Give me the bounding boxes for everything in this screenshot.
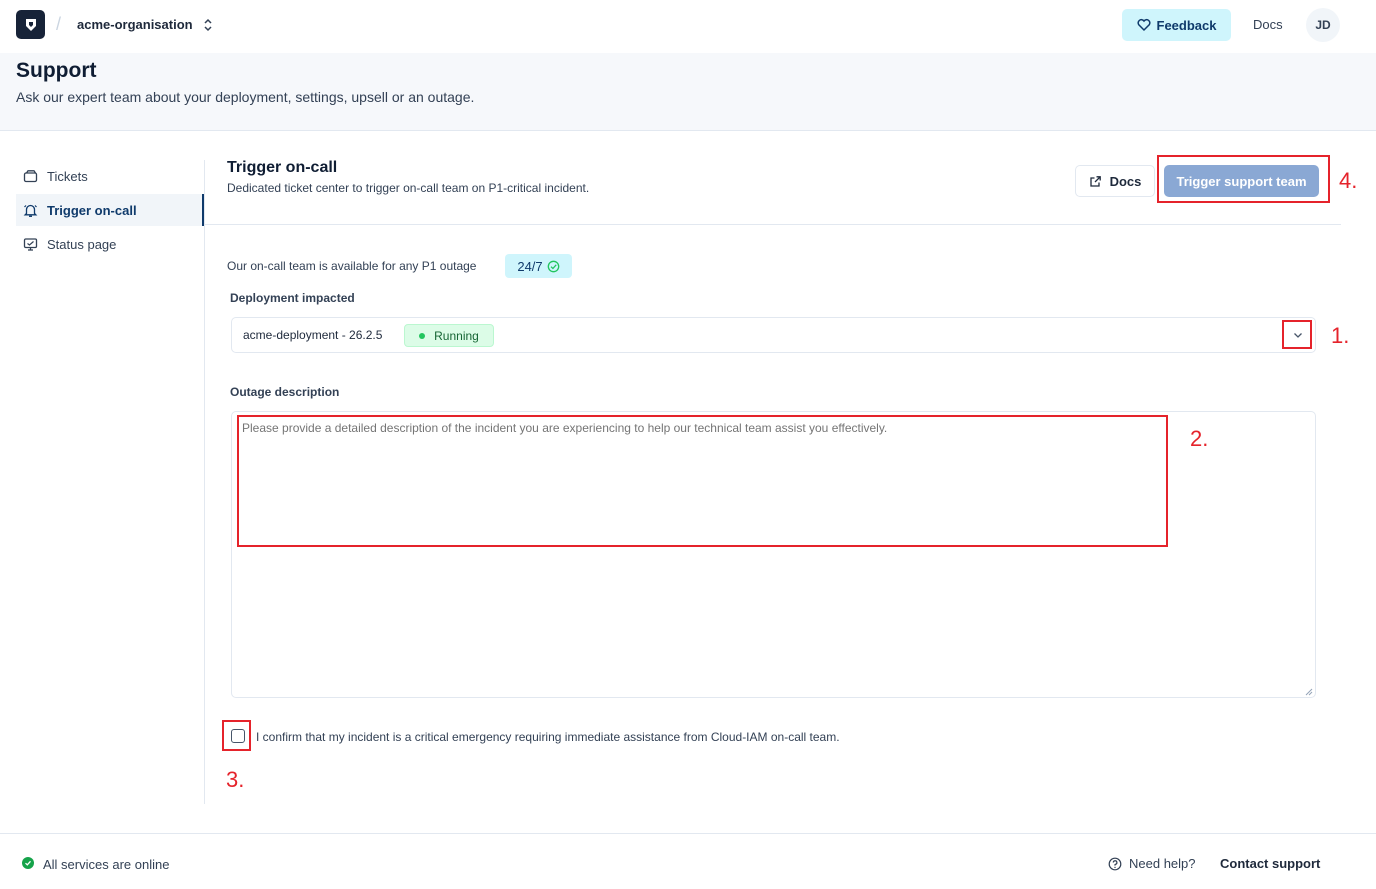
heart-icon bbox=[1136, 18, 1151, 32]
services-status-text: All services are online bbox=[43, 857, 170, 872]
check-icon bbox=[25, 860, 31, 866]
bell-icon bbox=[23, 204, 38, 217]
check-circle-icon bbox=[547, 260, 560, 272]
need-help-link[interactable]: Need help? bbox=[1108, 856, 1196, 871]
section-divider bbox=[205, 224, 1341, 225]
page-header: Support Ask our expert team about your d… bbox=[0, 53, 1376, 131]
confirm-label: I confirm that my incident is a critical… bbox=[256, 730, 840, 744]
ticket-icon bbox=[23, 169, 38, 182]
section-subtitle: Dedicated ticket center to trigger on-ca… bbox=[227, 181, 590, 195]
docs-button-label: Docs bbox=[1109, 173, 1142, 189]
status-badge: Running bbox=[404, 324, 494, 347]
status-label: Running bbox=[434, 328, 479, 343]
question-circle-icon bbox=[1108, 857, 1122, 870]
outage-label: Outage description bbox=[230, 385, 340, 399]
external-link-icon bbox=[1089, 175, 1101, 187]
sidebar: Tickets Trigger on-call Status page bbox=[16, 160, 205, 804]
page-subtitle: Ask our expert team about your deploymen… bbox=[16, 89, 475, 105]
availability-text: Our on-call team is available for any P1… bbox=[227, 259, 477, 273]
annotation-label-2: 2. bbox=[1190, 426, 1209, 451]
monitor-icon bbox=[23, 237, 38, 251]
availability-badge: 24/7 bbox=[505, 254, 572, 278]
sidebar-item-label: Trigger on-call bbox=[47, 202, 137, 218]
sidebar-item-trigger-on-call[interactable]: Trigger on-call bbox=[16, 194, 204, 226]
app-logo[interactable] bbox=[16, 10, 45, 39]
annotation-box-4 bbox=[1157, 155, 1330, 203]
annotation-box-1 bbox=[1282, 320, 1312, 349]
logo-icon bbox=[25, 18, 36, 31]
deployment-label: Deployment impacted bbox=[230, 291, 355, 305]
footer: All services are online Need help? Conta… bbox=[0, 833, 1376, 889]
breadcrumb-separator: / bbox=[56, 14, 62, 34]
page-title: Support bbox=[16, 59, 97, 82]
sidebar-item-status-page[interactable]: Status page bbox=[16, 228, 204, 260]
top-bar: / acme-organisation Feedback Docs JD bbox=[0, 0, 1376, 53]
deployment-select[interactable]: acme-deployment - 26.2.5 Running bbox=[231, 317, 1316, 353]
status-dot-icon bbox=[419, 332, 426, 339]
docs-link[interactable]: Docs bbox=[1253, 17, 1283, 32]
feedback-label: Feedback bbox=[1156, 17, 1217, 33]
section-title: Trigger on-call bbox=[227, 159, 338, 176]
docs-button[interactable]: Docs bbox=[1075, 165, 1155, 197]
need-help-label: Need help? bbox=[1129, 856, 1196, 871]
sidebar-item-label: Status page bbox=[47, 236, 117, 252]
sidebar-item-tickets[interactable]: Tickets bbox=[16, 160, 204, 192]
annotation-box-2 bbox=[237, 415, 1168, 547]
deployment-value: acme-deployment - 26.2.5 bbox=[243, 328, 383, 342]
avatar[interactable]: JD bbox=[1306, 8, 1340, 42]
sidebar-item-label: Tickets bbox=[47, 168, 88, 184]
annotation-box-3 bbox=[222, 720, 251, 751]
organisation-name[interactable]: acme-organisation bbox=[77, 17, 193, 32]
chevron-up-down-icon[interactable] bbox=[201, 16, 215, 34]
annotation-label-3: 3. bbox=[226, 767, 245, 792]
contact-support-link[interactable]: Contact support bbox=[1220, 856, 1320, 871]
online-status-icon bbox=[22, 857, 34, 869]
feedback-button[interactable]: Feedback bbox=[1122, 9, 1231, 41]
availability-badge-label: 24/7 bbox=[517, 258, 543, 274]
resize-grip-icon[interactable] bbox=[1305, 688, 1313, 696]
annotation-label-1: 1. bbox=[1331, 323, 1350, 348]
annotation-label-4: 4. bbox=[1339, 168, 1358, 193]
